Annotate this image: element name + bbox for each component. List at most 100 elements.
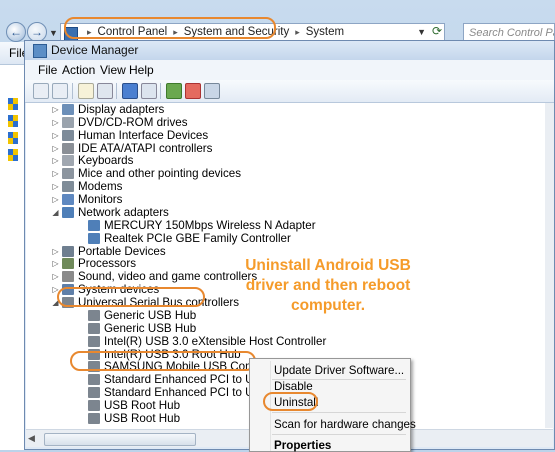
tree-item-label: Portable Devices — [78, 244, 166, 258]
breadcrumb-system[interactable]: System — [306, 26, 344, 38]
menu-item-properties[interactable]: Properties — [274, 439, 331, 452]
shield-icon — [8, 98, 18, 110]
hid-icon — [62, 129, 74, 141]
tree-category[interactable]: ▷ Display adapters — [26, 103, 546, 116]
tree-item-label: Generic USB Hub — [104, 308, 197, 322]
tree-item-label: Generic USB Hub — [104, 321, 197, 335]
expand-icon[interactable]: ▷ — [51, 103, 60, 116]
scan-hardware-icon[interactable] — [204, 83, 220, 99]
recent-pages-dropdown-icon[interactable]: ▼ — [49, 28, 58, 38]
back-button[interactable]: ← — [6, 22, 26, 42]
expand-icon[interactable]: ▷ — [51, 154, 60, 167]
tree-category[interactable]: ▷ IDE ATA/ATAPI controllers — [26, 142, 546, 155]
usb-controllers-highlight — [57, 287, 205, 307]
toolbar-separator — [116, 83, 117, 99]
tree-item-label: MERCURY 150Mbps Wireless N Adapter — [104, 218, 316, 232]
menu-file[interactable]: File — [38, 63, 57, 77]
menu-item-update-driver[interactable]: Update Driver Software... — [274, 364, 404, 377]
properties-icon[interactable] — [97, 83, 113, 99]
usb-icon — [88, 387, 100, 399]
expand-icon[interactable]: ▷ — [51, 270, 60, 283]
usb-icon — [88, 309, 100, 321]
expand-icon[interactable]: ▷ — [51, 257, 60, 270]
tree-item-label: Mice and other pointing devices — [78, 167, 242, 181]
expand-icon[interactable]: ▷ — [51, 180, 60, 193]
usb-icon — [88, 374, 100, 386]
network-icon — [88, 232, 100, 244]
usb-icon — [88, 412, 100, 424]
scrollbar-thumb[interactable] — [44, 433, 196, 446]
view-icon[interactable] — [141, 83, 157, 99]
help-icon[interactable] — [122, 83, 138, 99]
tree-item-label: USB Root Hub — [104, 411, 181, 425]
menu-separator — [272, 412, 406, 413]
tree-item-label: USB Root Hub — [104, 399, 181, 412]
usb-icon — [88, 400, 100, 411]
expand-icon[interactable]: ▷ — [51, 142, 60, 155]
tree-device[interactable]: Generic USB Hub — [26, 322, 546, 335]
toolbar — [25, 80, 554, 103]
tree-device[interactable]: Realtek PCIe GBE Family Controller — [26, 232, 546, 245]
ide-icon — [62, 142, 74, 154]
menu-bar: File Action View Help — [25, 60, 554, 80]
window-title: Device Manager — [51, 43, 139, 57]
toolbar-separator — [72, 83, 73, 99]
dvd-icon — [62, 116, 74, 128]
portable-icon — [62, 245, 74, 257]
tree-device[interactable]: Intel(R) USB 3.0 eXtensible Host Control… — [26, 335, 546, 348]
expand-icon[interactable]: ▷ — [51, 167, 60, 180]
network-icon — [62, 206, 74, 218]
back-arrow-icon: ← — [10, 25, 22, 39]
tree-device[interactable]: MERCURY 150Mbps Wireless N Adapter — [26, 219, 546, 232]
shield-icon — [8, 115, 18, 127]
tree-category[interactable]: ▷ Human Interface Devices — [26, 129, 546, 142]
forward-icon[interactable] — [52, 83, 68, 99]
title-bar[interactable]: Device Manager — [25, 41, 554, 60]
back-icon[interactable] — [33, 83, 49, 99]
tree-category[interactable]: ▷ Mice and other pointing devices — [26, 167, 546, 180]
tree-item-label: Monitors — [78, 193, 123, 207]
show-hide-tree-icon[interactable] — [78, 83, 94, 99]
uninstall-highlight — [263, 392, 318, 411]
tree-category[interactable]: ◢ Network adapters — [26, 206, 546, 219]
samsung-device-highlight — [70, 351, 256, 371]
device-manager-icon — [33, 44, 47, 58]
tree-item-label: Keyboards — [78, 154, 134, 168]
menu-help[interactable]: Help — [129, 63, 154, 77]
address-dropdown-icon[interactable]: ▼ — [417, 27, 426, 37]
usb-icon — [88, 322, 100, 334]
instruction-annotation: Uninstall Android USB driver and then re… — [245, 257, 411, 314]
menu-view[interactable]: View — [100, 63, 126, 77]
expand-icon[interactable]: ▷ — [51, 116, 60, 129]
menu-separator — [272, 434, 406, 435]
expand-icon[interactable]: ▷ — [51, 129, 60, 142]
display-icon — [62, 104, 74, 115]
collapse-icon[interactable]: ◢ — [51, 206, 60, 219]
tree-item-label: Network adapters — [78, 205, 169, 219]
vertical-scrollbar[interactable] — [545, 103, 554, 428]
expand-icon[interactable]: ▷ — [51, 193, 60, 206]
cpu-icon — [62, 258, 74, 270]
refresh-icon[interactable]: ⟳ — [432, 24, 442, 38]
mouse-icon — [62, 168, 74, 180]
sound-icon — [62, 271, 74, 283]
tree-item-label: Modems — [78, 180, 123, 194]
menu-item-scan-hardware[interactable]: Scan for hardware changes — [274, 418, 416, 431]
explorer-file-menu[interactable]: File — [0, 42, 28, 65]
update-driver-icon[interactable] — [166, 83, 182, 99]
tree-category[interactable]: ▷ Monitors — [26, 193, 546, 206]
expand-icon[interactable]: ▷ — [51, 245, 60, 258]
explorer-left-pane — [0, 42, 25, 450]
uninstall-icon[interactable] — [185, 83, 201, 99]
breadcrumb-highlight — [64, 17, 276, 39]
tree-category[interactable]: ▷ DVD/CD-ROM drives — [26, 116, 546, 129]
tree-category[interactable]: ▷ Keyboards — [26, 154, 546, 167]
menu-action[interactable]: Action — [62, 63, 95, 77]
tree-item-label: Human Interface Devices — [78, 128, 209, 142]
scroll-left-icon[interactable]: ◀ — [28, 433, 35, 444]
forward-arrow-icon: → — [31, 25, 43, 39]
tree-item-label: Intel(R) USB 3.0 eXtensible Host Control… — [104, 334, 327, 348]
forward-button[interactable]: → — [27, 22, 47, 42]
tree-category[interactable]: ▷ Modems — [26, 180, 546, 193]
modem-icon — [62, 181, 74, 193]
